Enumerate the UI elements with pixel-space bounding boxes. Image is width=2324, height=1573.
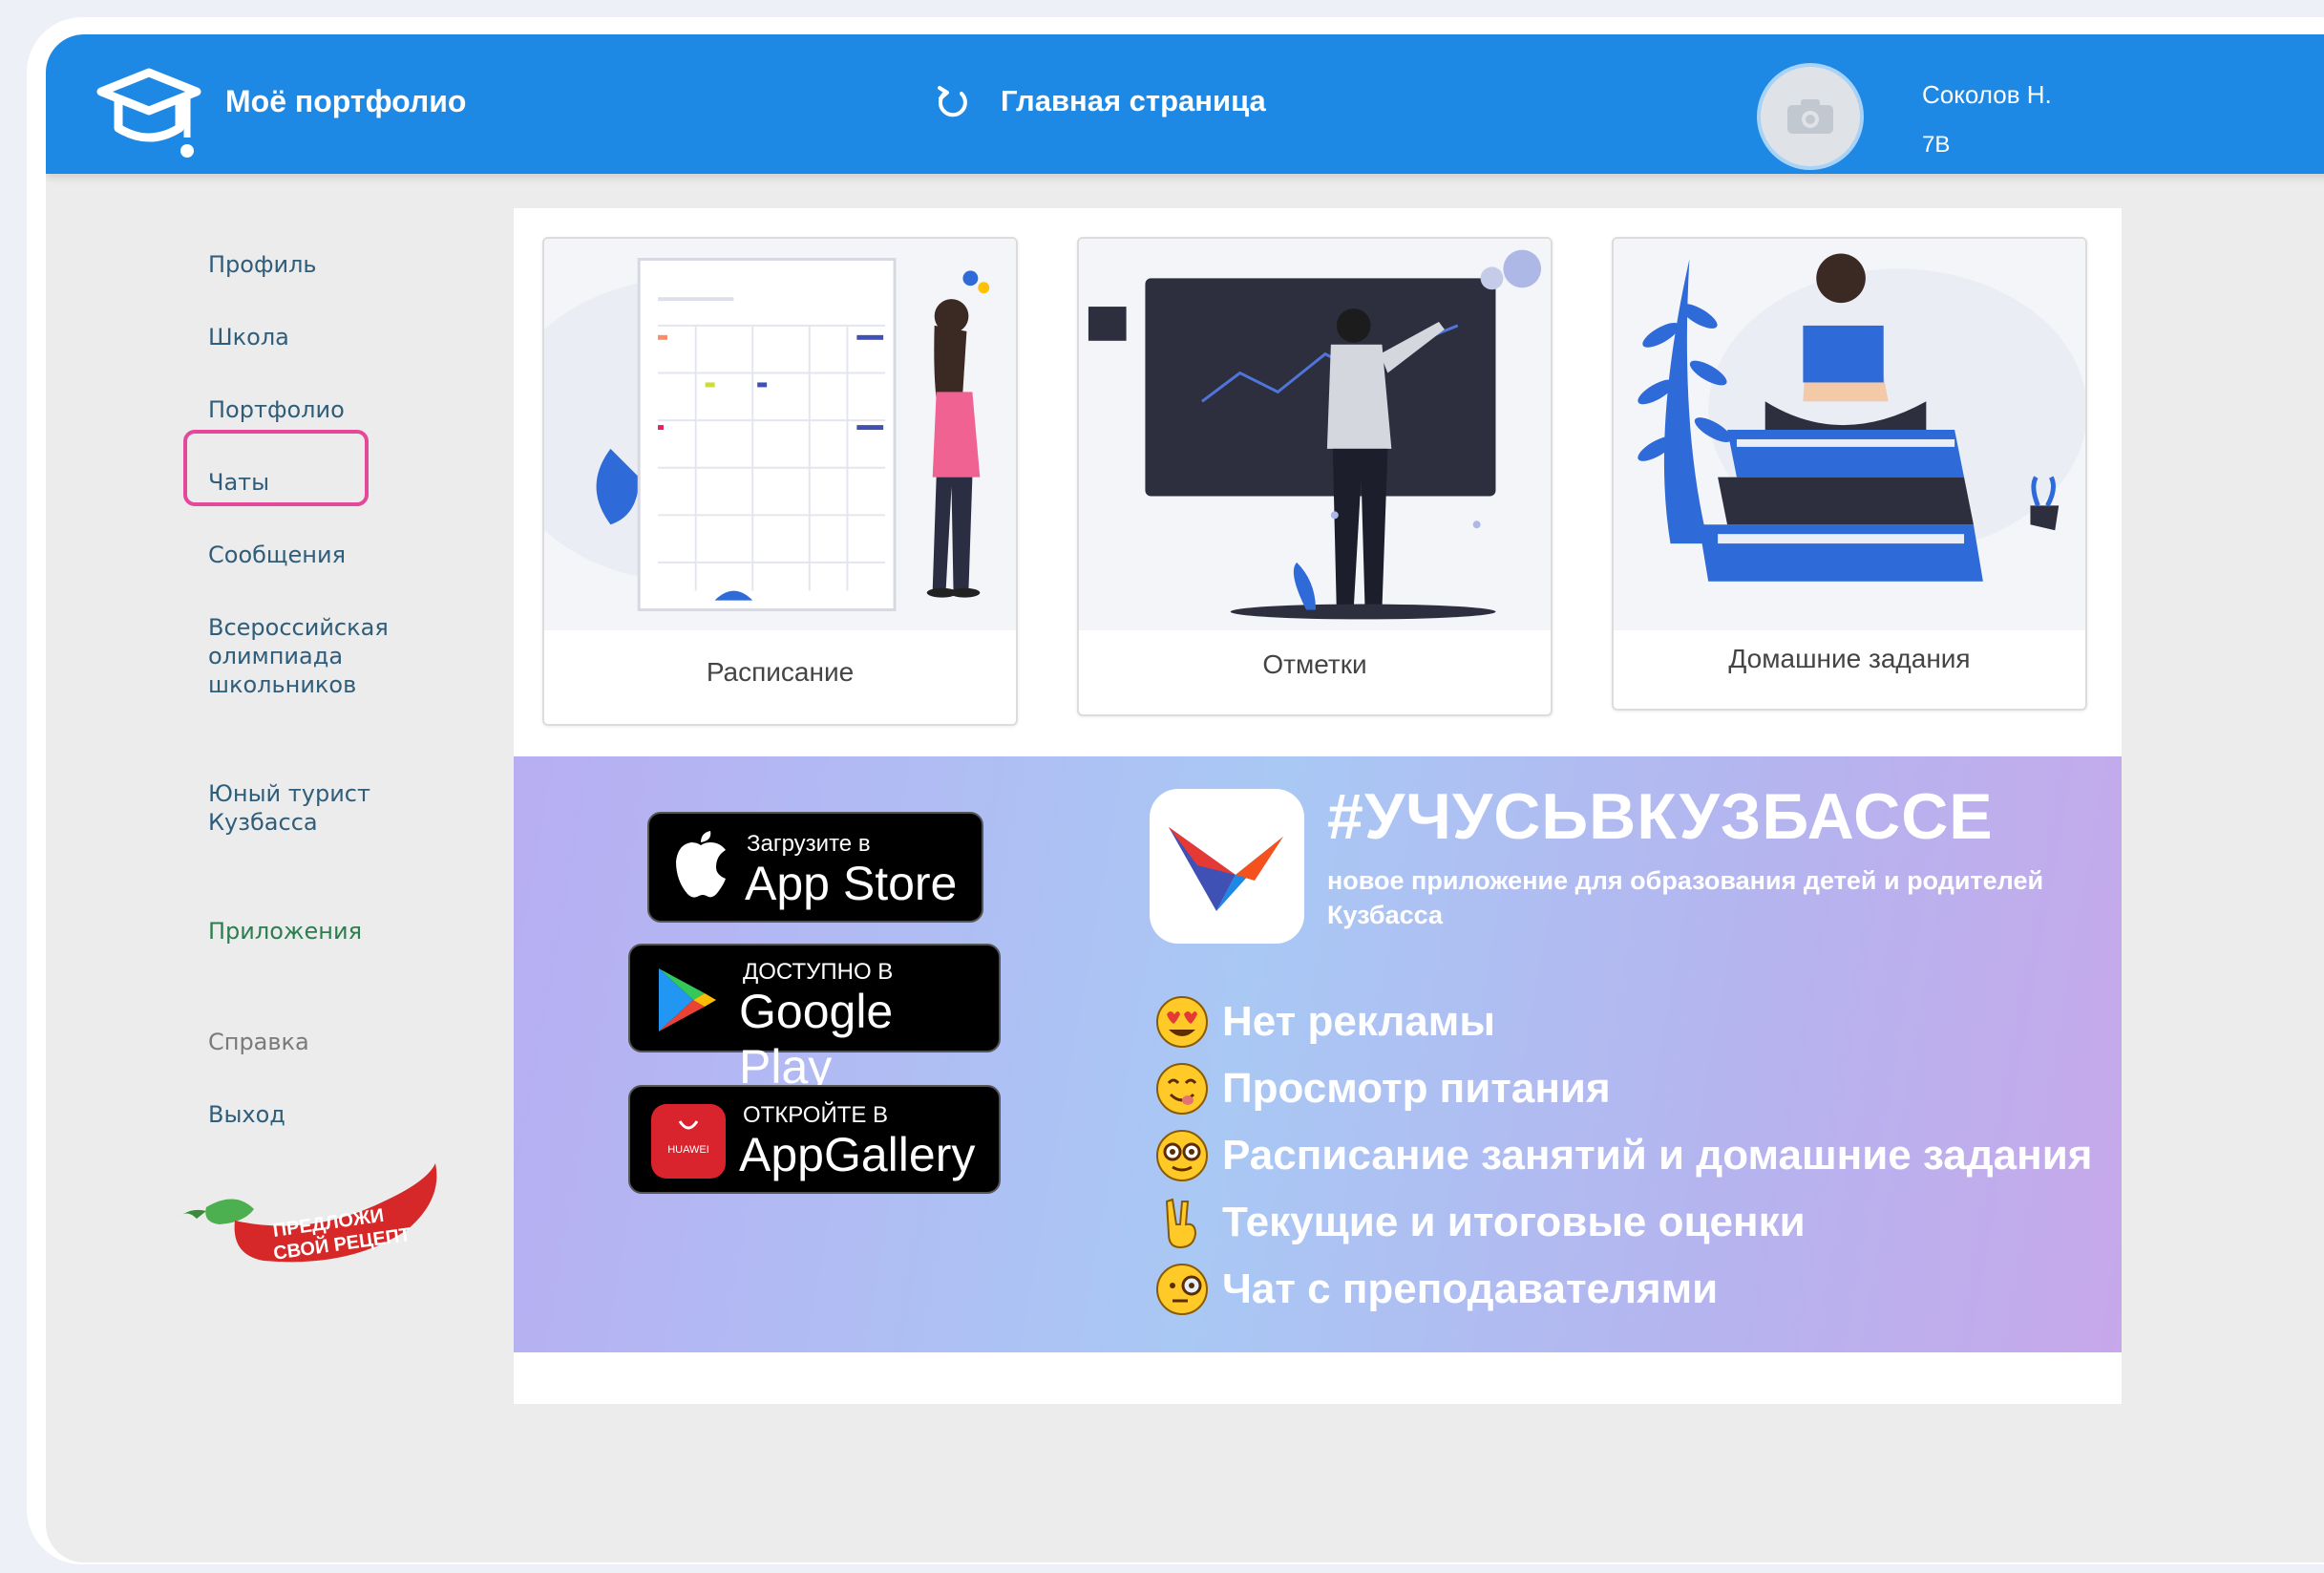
app-logo [1150,789,1304,944]
appgallery-small: ОТКРОЙТЕ В [743,1102,889,1128]
brand-title[interactable]: Моё портфолио [225,84,466,119]
google-play-small: ДОСТУПНО В [743,959,894,985]
card-label-schedule: Расписание [706,657,855,687]
sidebar-item-apps[interactable]: Приложения [208,917,418,946]
feature-item: Нет рекламы [1155,995,1495,1049]
home-page-link[interactable]: Главная страница [1001,84,1266,118]
app-promo-banner: Загрузите в App Store ДОСТУПНО В Google … [514,756,2122,1352]
monocle-emoji-icon [1156,1264,1208,1315]
yum-emoji-icon [1156,1063,1208,1115]
user-name: Соколов Н. [1922,80,2052,109]
google-play-icon [659,968,716,1031]
feature-text: Просмотр питания [1222,1065,1611,1112]
feature-item: Просмотр питания [1155,1062,1611,1116]
feature-text: Чат с преподавателями [1222,1265,1719,1312]
appgallery-big: AppGallery [739,1128,976,1181]
card-label-grades: Отметки [1262,649,1367,679]
sidebar-item-young-tourist[interactable]: Юный турист Кузбасса [208,779,418,837]
feature-text: Расписание занятий и домашние задания [1222,1132,2093,1179]
appgallery-button[interactable]: HUAWEI ОТКРОЙТЕ В AppGallery [628,1085,1001,1194]
google-play-big: Google Play [739,985,894,1094]
sidebar-item-school[interactable]: Школа [208,323,418,351]
card-label-homework: Домашние задания [1728,644,1971,673]
sidebar-item-help[interactable]: Справка [208,1028,418,1056]
refresh-icon[interactable] [934,84,970,120]
grades-illustration [1079,239,1551,630]
schedule-illustration [544,239,1016,630]
victory-hand-emoji-icon [1165,1198,1197,1249]
avatar[interactable] [1757,63,1864,170]
app-logo-mark [1169,827,1283,911]
app-store-button[interactable]: Загрузите в App Store [647,812,983,923]
app-tagline: новое приложение для образования детей и… [1327,866,2044,929]
bag-handle-icon [678,1120,699,1130]
huawei-label: HUAWEI [667,1144,709,1156]
feature-item: Чат с преподавателями [1155,1263,1718,1316]
sidebar-item-profile[interactable]: Профиль [208,250,418,279]
camera-icon [1787,99,1833,134]
sidebar-item-portfolio[interactable]: Портфолио [208,395,418,424]
sidebar-item-olympiad[interactable]: Всероссийская олимпиада школьников [208,613,418,699]
feature-item: Текущие и итоговые оценки [1155,1196,1806,1249]
app-store-big: App Store [745,857,958,910]
huawei-icon: HUAWEI [651,1104,726,1179]
heart-eyes-emoji-icon [1156,996,1208,1048]
app-window: Моё портфолио Главная страница Соколов Н… [46,34,2324,1562]
main-content: Расписание Отметки Домашние задания Загр… [514,208,2122,1404]
sidebar-item-messages[interactable]: Сообщения [208,541,418,569]
sidebar-item-logout[interactable]: Выход [208,1100,418,1129]
sidebar-item-chats[interactable]: Чаты [208,468,418,497]
card-schedule[interactable]: Расписание [542,237,1018,726]
user-class: 7В [1922,132,1951,158]
apple-icon [676,831,726,898]
feature-item: Расписание занятий и домашние задания [1155,1129,2092,1182]
app-hashtag: #УЧУСЬВКУЗБАССЕ [1327,780,1994,853]
homework-illustration [1614,239,2085,630]
feature-text: Текущие и итоговые оценки [1222,1199,1806,1245]
nerd-emoji-icon [1156,1130,1208,1181]
graduation-cap-icon[interactable] [94,63,204,162]
feature-text: Нет рекламы [1222,998,1495,1045]
card-grades[interactable]: Отметки [1077,237,1553,716]
top-bar: Моё портфолио Главная страница Соколов Н… [46,34,2324,174]
recipe-promo-banner[interactable]: ПРЕДЛОЖИ СВОЙ РЕЦЕПТ [178,1161,445,1276]
app-store-small: Загрузите в [747,831,871,857]
card-homework[interactable]: Домашние задания [1612,237,2087,711]
google-play-button[interactable]: ДОСТУПНО В Google Play [628,944,1001,1094]
